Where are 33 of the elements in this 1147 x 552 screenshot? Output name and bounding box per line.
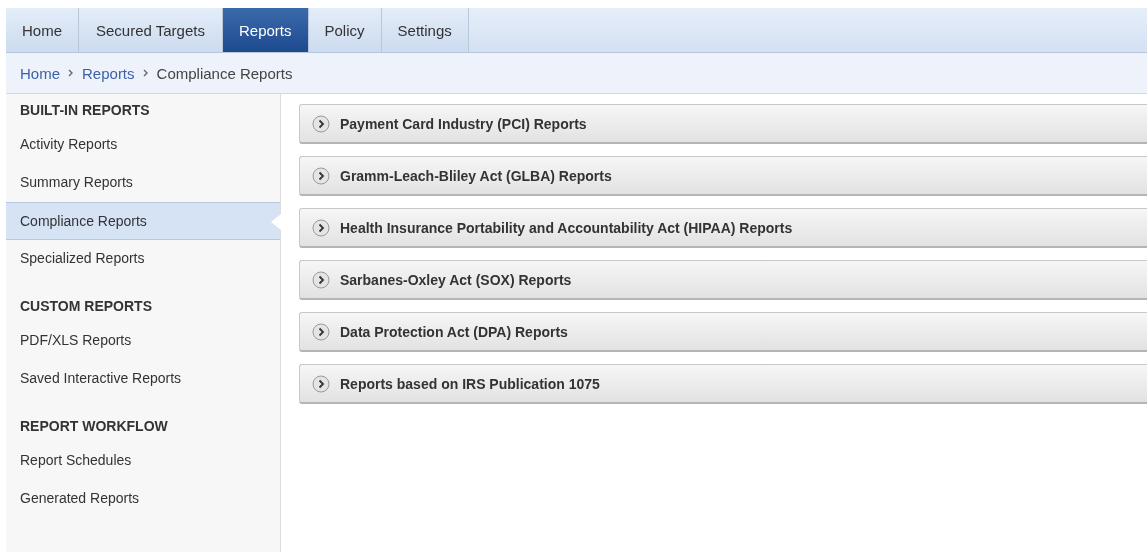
nav-tab[interactable]: Home: [6, 8, 79, 52]
accordion-header[interactable]: Data Protection Act (DPA) Reports: [299, 312, 1147, 352]
accordion-title: Health Insurance Portability and Accountability Act (HIPAA) Reports: [340, 219, 793, 236]
sidebar-item[interactable]: Report Schedules: [6, 442, 280, 480]
accordion-header[interactable]: Gramm-Leach-Bliley Act (GLBA) Reports: [299, 156, 1147, 196]
nav-tab[interactable]: Policy: [308, 8, 382, 52]
accordion-header[interactable]: Sarbanes-Oxley Act (SOX) Reports: [299, 260, 1147, 300]
accordion-header[interactable]: Payment Card Industry (PCI) Reports: [299, 104, 1147, 144]
section-heading: REPORT WORKFLOW: [19, 417, 169, 436]
accordion-header[interactable]: Health Insurance Portability and Accountability Act (HIPAA) Reports: [299, 208, 1147, 248]
sidebar-item[interactable]: Saved Interactive Reports: [6, 360, 280, 398]
nav-tab[interactable]: Secured Targets: [79, 8, 223, 52]
chevron-icon: [142, 69, 149, 77]
sidebar-item[interactable]: Summary Reports: [6, 164, 280, 202]
accordion-title: Sarbanes-Oxley Act (SOX) Reports: [340, 271, 572, 288]
sidebar-item[interactable]: PDF/XLS Reports: [6, 322, 280, 360]
accordion-header[interactable]: Reports based on IRS Publication 1075: [299, 364, 1147, 404]
accordion-title: Payment Card Industry (PCI) Reports: [340, 115, 587, 132]
section-heading: BUILT-IN REPORTS: [19, 101, 151, 120]
nav-tab[interactable]: Reports: [223, 8, 309, 52]
accordion-title: Gramm-Leach-Bliley Act (GLBA) Reports: [340, 167, 612, 184]
accordion-title: Reports based on IRS Publication 1075: [340, 375, 600, 392]
sidebar-item[interactable]: Specialized Reports: [6, 240, 280, 278]
chevron-icon: [68, 69, 74, 77]
accordion-title: Data Protection Act (DPA) Reports: [340, 323, 568, 340]
sidebar-item[interactable]: Activity Reports: [6, 126, 280, 164]
nav-tab[interactable]: Settings: [381, 8, 469, 52]
breadcrumb-link[interactable]: Home: [20, 64, 60, 82]
sidebar-item[interactable]: Compliance Reports: [6, 202, 280, 240]
section-heading: CUSTOM REPORTS: [19, 297, 153, 316]
sidebar-item[interactable]: Generated Reports: [6, 480, 280, 518]
breadcrumb-current: Compliance Reports: [156, 64, 293, 82]
breadcrumb-link[interactable]: Reports: [82, 64, 135, 82]
